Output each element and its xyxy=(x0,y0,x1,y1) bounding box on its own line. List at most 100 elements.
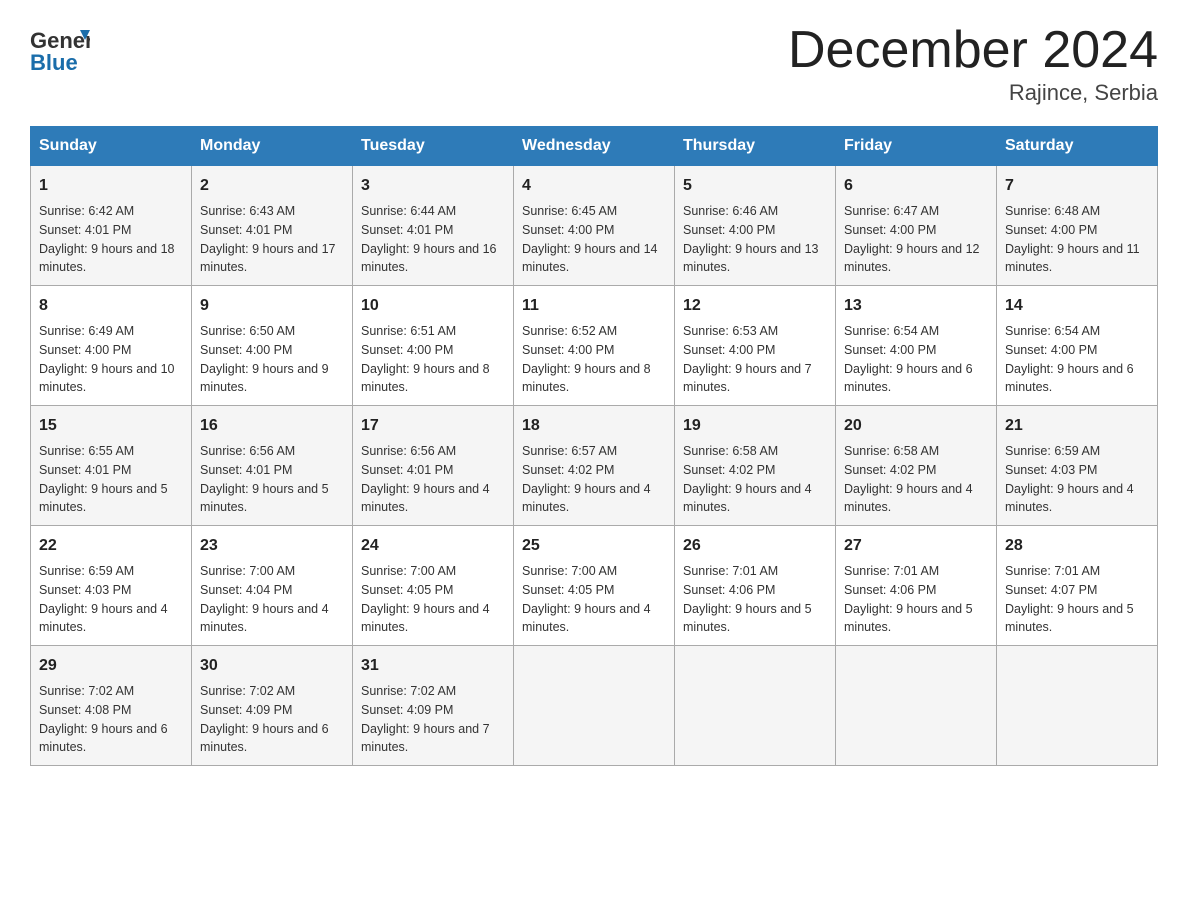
calendar-day-cell: 30 Sunrise: 7:02 AMSunset: 4:09 PMDaylig… xyxy=(192,646,353,766)
calendar-day-cell: 24 Sunrise: 7:00 AMSunset: 4:05 PMDaylig… xyxy=(353,526,514,646)
calendar-day-cell: 11 Sunrise: 6:52 AMSunset: 4:00 PMDaylig… xyxy=(514,286,675,406)
page-subtitle: Rajince, Serbia xyxy=(788,80,1158,106)
calendar-week-row: 29 Sunrise: 7:02 AMSunset: 4:08 PMDaylig… xyxy=(31,646,1158,766)
day-info: Sunrise: 6:50 AMSunset: 4:00 PMDaylight:… xyxy=(200,322,344,397)
day-info: Sunrise: 7:00 AMSunset: 4:05 PMDaylight:… xyxy=(361,562,505,637)
svg-text:Blue: Blue xyxy=(30,50,78,75)
calendar-day-cell: 22 Sunrise: 6:59 AMSunset: 4:03 PMDaylig… xyxy=(31,526,192,646)
day-number: 24 xyxy=(361,534,505,558)
day-number: 15 xyxy=(39,414,183,438)
calendar-day-cell: 13 Sunrise: 6:54 AMSunset: 4:00 PMDaylig… xyxy=(836,286,997,406)
calendar-day-cell: 6 Sunrise: 6:47 AMSunset: 4:00 PMDayligh… xyxy=(836,166,997,286)
day-info: Sunrise: 6:58 AMSunset: 4:02 PMDaylight:… xyxy=(683,442,827,517)
calendar-day-cell: 3 Sunrise: 6:44 AMSunset: 4:01 PMDayligh… xyxy=(353,166,514,286)
day-info: Sunrise: 7:01 AMSunset: 4:06 PMDaylight:… xyxy=(844,562,988,637)
day-info: Sunrise: 6:54 AMSunset: 4:00 PMDaylight:… xyxy=(844,322,988,397)
calendar-day-cell: 27 Sunrise: 7:01 AMSunset: 4:06 PMDaylig… xyxy=(836,526,997,646)
day-info: Sunrise: 6:56 AMSunset: 4:01 PMDaylight:… xyxy=(361,442,505,517)
calendar-week-row: 22 Sunrise: 6:59 AMSunset: 4:03 PMDaylig… xyxy=(31,526,1158,646)
day-number: 2 xyxy=(200,174,344,198)
calendar-day-cell xyxy=(997,646,1158,766)
day-info: Sunrise: 6:48 AMSunset: 4:00 PMDaylight:… xyxy=(1005,202,1149,277)
day-number: 22 xyxy=(39,534,183,558)
col-saturday: Saturday xyxy=(997,127,1158,166)
day-number: 16 xyxy=(200,414,344,438)
day-number: 31 xyxy=(361,654,505,678)
col-thursday: Thursday xyxy=(675,127,836,166)
day-info: Sunrise: 6:57 AMSunset: 4:02 PMDaylight:… xyxy=(522,442,666,517)
calendar-day-cell xyxy=(514,646,675,766)
calendar-day-cell: 18 Sunrise: 6:57 AMSunset: 4:02 PMDaylig… xyxy=(514,406,675,526)
day-info: Sunrise: 7:02 AMSunset: 4:08 PMDaylight:… xyxy=(39,682,183,757)
calendar-day-cell xyxy=(675,646,836,766)
day-info: Sunrise: 6:51 AMSunset: 4:00 PMDaylight:… xyxy=(361,322,505,397)
logo: General Blue xyxy=(30,20,90,75)
title-block: December 2024 Rajince, Serbia xyxy=(788,20,1158,106)
day-info: Sunrise: 7:02 AMSunset: 4:09 PMDaylight:… xyxy=(200,682,344,757)
calendar-day-cell: 15 Sunrise: 6:55 AMSunset: 4:01 PMDaylig… xyxy=(31,406,192,526)
day-number: 12 xyxy=(683,294,827,318)
calendar-table: Sunday Monday Tuesday Wednesday Thursday… xyxy=(30,126,1158,766)
day-number: 29 xyxy=(39,654,183,678)
day-info: Sunrise: 6:53 AMSunset: 4:00 PMDaylight:… xyxy=(683,322,827,397)
logo-icon: General Blue xyxy=(30,20,90,75)
day-info: Sunrise: 6:49 AMSunset: 4:00 PMDaylight:… xyxy=(39,322,183,397)
calendar-header-row: Sunday Monday Tuesday Wednesday Thursday… xyxy=(31,127,1158,166)
day-number: 9 xyxy=(200,294,344,318)
day-number: 23 xyxy=(200,534,344,558)
day-info: Sunrise: 6:52 AMSunset: 4:00 PMDaylight:… xyxy=(522,322,666,397)
day-number: 14 xyxy=(1005,294,1149,318)
day-info: Sunrise: 6:55 AMSunset: 4:01 PMDaylight:… xyxy=(39,442,183,517)
day-number: 11 xyxy=(522,294,666,318)
calendar-day-cell: 10 Sunrise: 6:51 AMSunset: 4:00 PMDaylig… xyxy=(353,286,514,406)
day-number: 13 xyxy=(844,294,988,318)
day-info: Sunrise: 7:01 AMSunset: 4:07 PMDaylight:… xyxy=(1005,562,1149,637)
day-number: 3 xyxy=(361,174,505,198)
day-number: 30 xyxy=(200,654,344,678)
calendar-day-cell: 23 Sunrise: 7:00 AMSunset: 4:04 PMDaylig… xyxy=(192,526,353,646)
calendar-day-cell: 20 Sunrise: 6:58 AMSunset: 4:02 PMDaylig… xyxy=(836,406,997,526)
calendar-day-cell: 17 Sunrise: 6:56 AMSunset: 4:01 PMDaylig… xyxy=(353,406,514,526)
calendar-day-cell: 7 Sunrise: 6:48 AMSunset: 4:00 PMDayligh… xyxy=(997,166,1158,286)
day-number: 25 xyxy=(522,534,666,558)
page-title: December 2024 xyxy=(788,20,1158,80)
day-info: Sunrise: 6:54 AMSunset: 4:00 PMDaylight:… xyxy=(1005,322,1149,397)
day-number: 28 xyxy=(1005,534,1149,558)
calendar-day-cell: 26 Sunrise: 7:01 AMSunset: 4:06 PMDaylig… xyxy=(675,526,836,646)
calendar-day-cell: 21 Sunrise: 6:59 AMSunset: 4:03 PMDaylig… xyxy=(997,406,1158,526)
day-number: 4 xyxy=(522,174,666,198)
day-info: Sunrise: 7:00 AMSunset: 4:05 PMDaylight:… xyxy=(522,562,666,637)
calendar-day-cell: 31 Sunrise: 7:02 AMSunset: 4:09 PMDaylig… xyxy=(353,646,514,766)
page-header: General Blue December 2024 Rajince, Serb… xyxy=(30,20,1158,106)
day-info: Sunrise: 6:47 AMSunset: 4:00 PMDaylight:… xyxy=(844,202,988,277)
day-info: Sunrise: 7:01 AMSunset: 4:06 PMDaylight:… xyxy=(683,562,827,637)
day-info: Sunrise: 6:45 AMSunset: 4:00 PMDaylight:… xyxy=(522,202,666,277)
calendar-week-row: 1 Sunrise: 6:42 AMSunset: 4:01 PMDayligh… xyxy=(31,166,1158,286)
day-info: Sunrise: 6:43 AMSunset: 4:01 PMDaylight:… xyxy=(200,202,344,277)
day-number: 26 xyxy=(683,534,827,558)
calendar-day-cell: 19 Sunrise: 6:58 AMSunset: 4:02 PMDaylig… xyxy=(675,406,836,526)
col-monday: Monday xyxy=(192,127,353,166)
day-info: Sunrise: 6:59 AMSunset: 4:03 PMDaylight:… xyxy=(39,562,183,637)
calendar-day-cell xyxy=(836,646,997,766)
day-info: Sunrise: 6:42 AMSunset: 4:01 PMDaylight:… xyxy=(39,202,183,277)
col-friday: Friday xyxy=(836,127,997,166)
day-number: 8 xyxy=(39,294,183,318)
day-number: 19 xyxy=(683,414,827,438)
day-info: Sunrise: 6:59 AMSunset: 4:03 PMDaylight:… xyxy=(1005,442,1149,517)
calendar-day-cell: 1 Sunrise: 6:42 AMSunset: 4:01 PMDayligh… xyxy=(31,166,192,286)
day-number: 20 xyxy=(844,414,988,438)
day-info: Sunrise: 6:56 AMSunset: 4:01 PMDaylight:… xyxy=(200,442,344,517)
day-info: Sunrise: 7:00 AMSunset: 4:04 PMDaylight:… xyxy=(200,562,344,637)
calendar-day-cell: 12 Sunrise: 6:53 AMSunset: 4:00 PMDaylig… xyxy=(675,286,836,406)
day-info: Sunrise: 7:02 AMSunset: 4:09 PMDaylight:… xyxy=(361,682,505,757)
day-number: 10 xyxy=(361,294,505,318)
col-sunday: Sunday xyxy=(31,127,192,166)
calendar-day-cell: 29 Sunrise: 7:02 AMSunset: 4:08 PMDaylig… xyxy=(31,646,192,766)
col-wednesday: Wednesday xyxy=(514,127,675,166)
day-number: 5 xyxy=(683,174,827,198)
day-number: 21 xyxy=(1005,414,1149,438)
day-number: 17 xyxy=(361,414,505,438)
calendar-day-cell: 28 Sunrise: 7:01 AMSunset: 4:07 PMDaylig… xyxy=(997,526,1158,646)
day-info: Sunrise: 6:46 AMSunset: 4:00 PMDaylight:… xyxy=(683,202,827,277)
